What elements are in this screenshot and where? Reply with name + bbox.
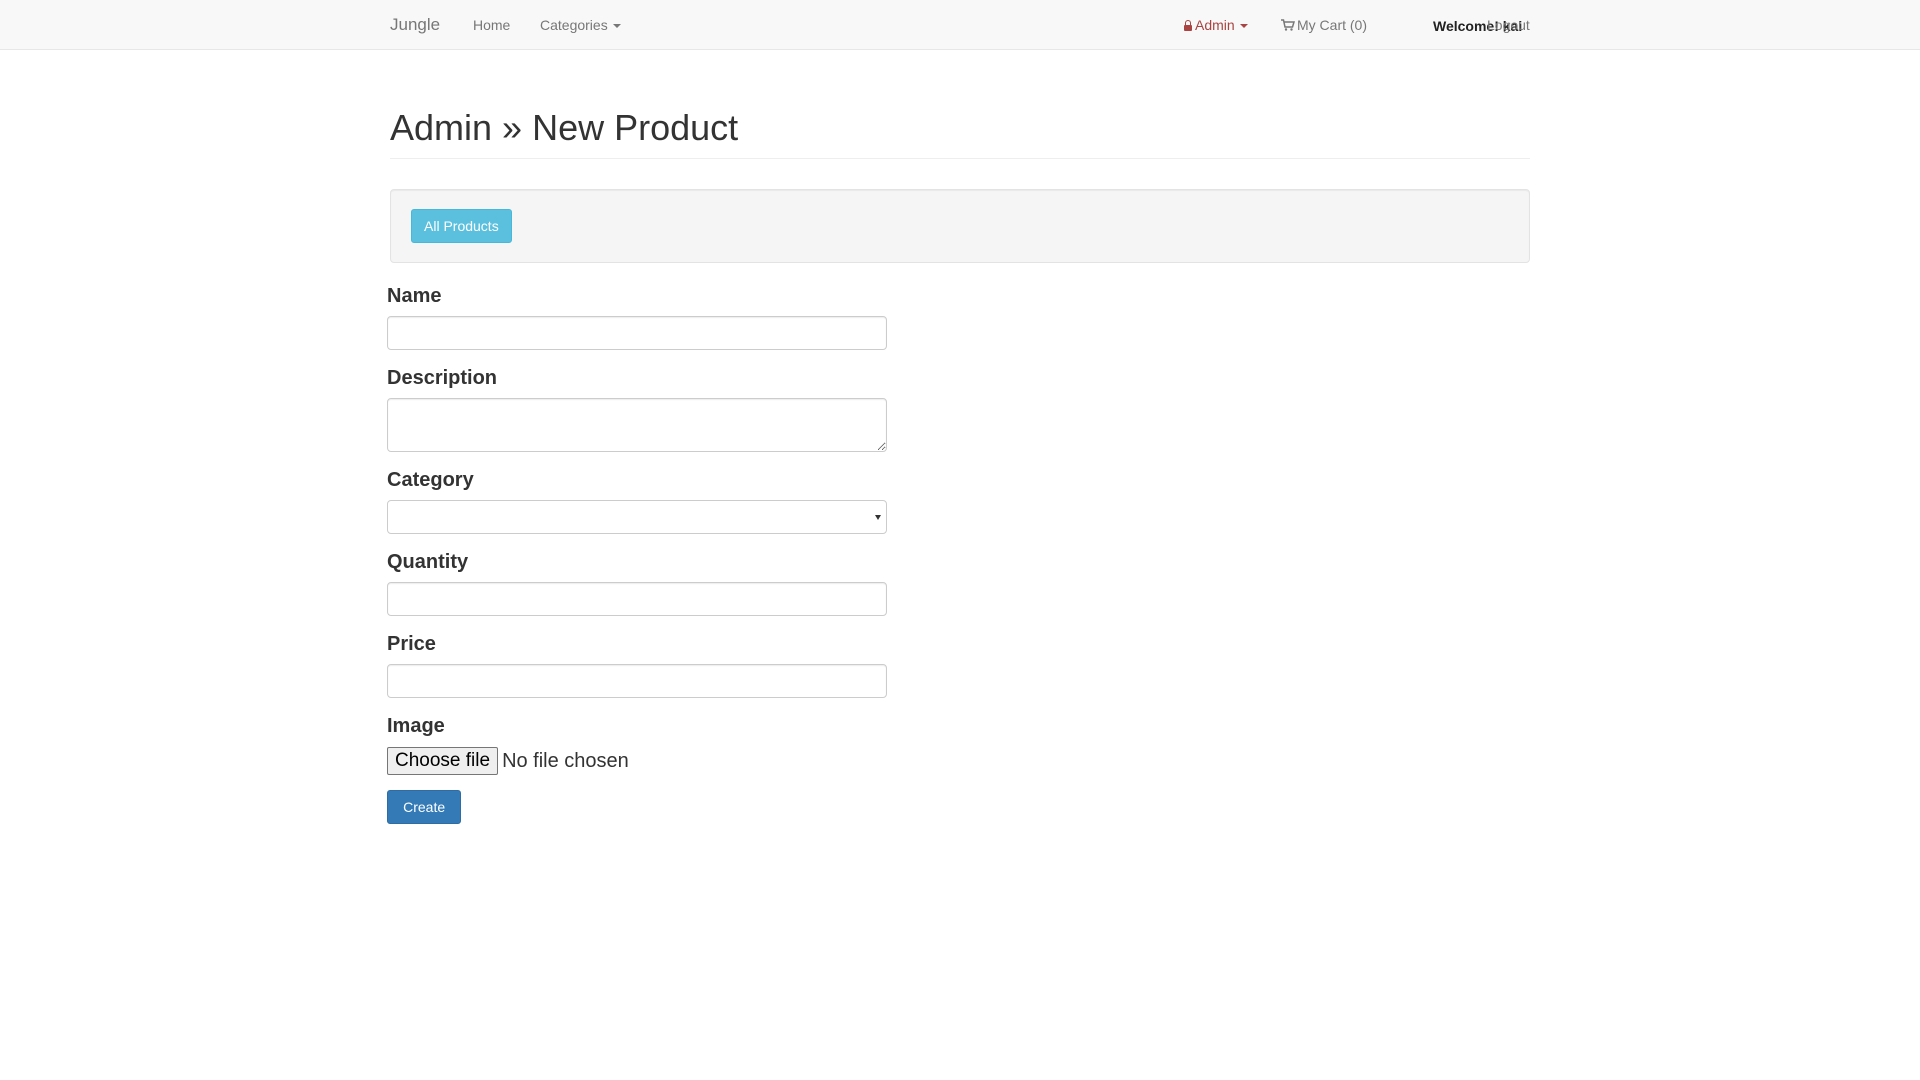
actions-well: All Products	[390, 189, 1530, 263]
nav-categories-label: Categories	[540, 17, 608, 33]
description-textarea[interactable]	[387, 398, 887, 452]
nav-logout-link[interactable]: Logout	[1487, 0, 1530, 50]
quantity-label: Quantity	[387, 551, 469, 573]
all-products-button[interactable]: All Products	[411, 209, 512, 243]
description-label: Description	[387, 367, 498, 389]
cart-icon	[1281, 19, 1295, 31]
category-select[interactable]	[387, 500, 887, 534]
nav-admin-label: Admin	[1195, 17, 1235, 33]
file-status-text: No file chosen	[502, 750, 629, 772]
image-label: Image	[387, 715, 445, 737]
nav-home-link[interactable]: Home	[473, 0, 510, 50]
top-navbar: Jungle Home Categories Admin My Cart (0)…	[0, 0, 1920, 50]
category-label: Category	[387, 469, 474, 491]
image-file-input: Choose file No file chosen	[387, 747, 629, 775]
choose-file-button[interactable]: Choose file	[387, 747, 499, 775]
page-header: Admin » New Product	[390, 90, 1530, 159]
lock-icon	[1184, 20, 1192, 31]
nav-cart-label: My Cart (0)	[1297, 17, 1367, 33]
nav-cart-link[interactable]: My Cart (0)	[1281, 0, 1367, 50]
nav-admin-dropdown[interactable]: Admin	[1184, 0, 1248, 50]
name-input[interactable]	[387, 316, 887, 350]
quantity-input[interactable]	[387, 582, 887, 616]
caret-down-icon	[612, 24, 621, 29]
price-input[interactable]	[387, 664, 887, 698]
select-arrow-icon	[875, 515, 881, 520]
create-product-button[interactable]: Create Product	[387, 790, 462, 847]
price-label: Price	[387, 633, 436, 655]
navbar-inner: Jungle Home Categories Admin My Cart (0)…	[390, 0, 1530, 50]
page-title: Admin » New Product	[390, 107, 739, 148]
brand-link[interactable]: Jungle	[390, 0, 440, 50]
name-label: Name	[387, 285, 442, 307]
nav-categories-dropdown[interactable]: Categories	[540, 0, 621, 50]
caret-down-icon	[1239, 24, 1248, 29]
